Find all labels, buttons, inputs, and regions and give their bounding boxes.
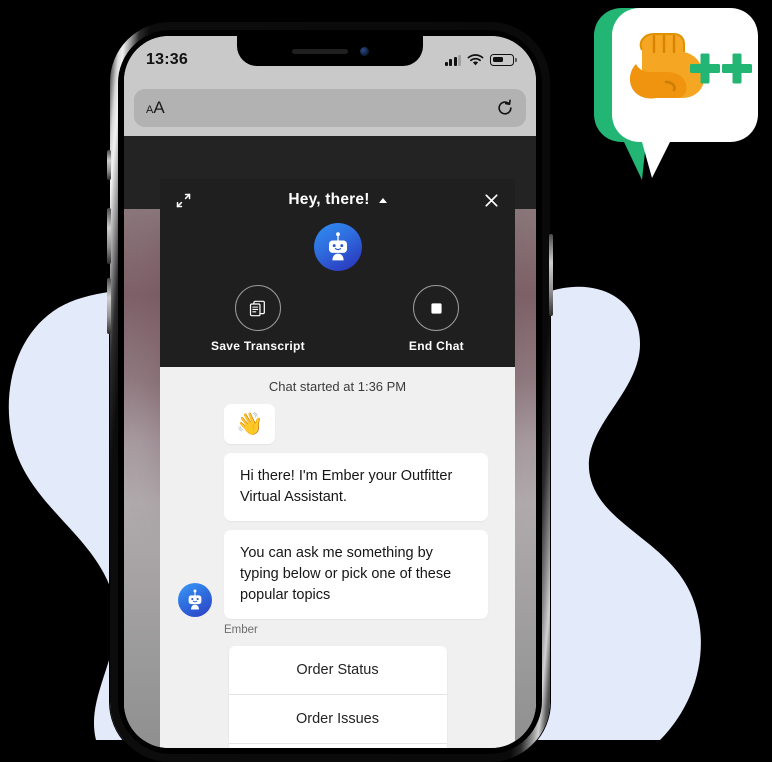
chat-bubble: 👋: [224, 404, 276, 444]
chat-started-notice: Chat started at 1:36 PM: [268, 379, 407, 394]
chat-widget-header: Hey, there! Save Transcript End Chat: [160, 179, 515, 367]
phone-screen: 13:36 AA Hey, there! Save Transcript End…: [124, 36, 536, 748]
robot-avatar-icon: [178, 583, 212, 618]
topic-order-issues[interactable]: Order Issues: [228, 695, 447, 745]
topic-charged-incorrectly[interactable]: Charged Incorrectly: [229, 744, 447, 748]
quick-reply-topics: Order Status Order Issues Charged Incorr…: [228, 646, 447, 748]
safari-toolbar: AA: [124, 80, 536, 136]
wifi-icon: [467, 53, 484, 65]
save-transcript-button[interactable]: Save Transcript: [211, 285, 305, 353]
copy-document-icon: [250, 300, 266, 316]
status-time: 13:36: [146, 51, 188, 68]
volume-up-button[interactable]: [107, 208, 111, 264]
stop-square-icon: [431, 302, 442, 314]
power-button[interactable]: [549, 234, 553, 316]
chat-bubble: Hi there! I'm Ember your Outfitter Virtu…: [224, 453, 488, 522]
minimize-icon[interactable]: [176, 193, 191, 208]
chat-avatar-row: [160, 221, 515, 271]
end-chat-circle: [413, 285, 460, 331]
cellular-bars-icon: [444, 54, 461, 66]
chat-message-area: Chat started at 1:36 PM 👋 Hi there! I'm …: [160, 367, 515, 748]
chat-bubble-bicep-plus-plus-logo: [594, 8, 758, 180]
chat-title-group[interactable]: Hey, there!: [288, 191, 387, 209]
chat-titlebar: Hey, there!: [160, 179, 515, 221]
volume-down-button[interactable]: [107, 278, 111, 334]
battery-icon: [490, 54, 517, 66]
message-row-prompt: You can ask me something by typing below…: [160, 530, 515, 620]
message-sender-label: Ember: [224, 624, 258, 637]
reload-icon[interactable]: [496, 99, 514, 117]
caret-up-icon[interactable]: [378, 197, 387, 203]
end-chat-label: End Chat: [408, 339, 464, 353]
end-chat-button[interactable]: End Chat: [409, 285, 464, 353]
phone-device: 13:36 AA Hey, there! Save Transcript End…: [107, 22, 553, 762]
chat-actions-row: Save Transcript End Chat: [160, 271, 515, 367]
save-transcript-circle: [234, 285, 281, 331]
close-icon[interactable]: [484, 193, 499, 208]
address-bar[interactable]: AA: [134, 89, 526, 127]
front-camera-icon: [359, 46, 369, 56]
text-size-large-a: A: [153, 98, 165, 117]
message-row-greeting: Hi there! I'm Ember your Outfitter Virtu…: [160, 453, 515, 522]
save-transcript-label: Save Transcript: [211, 339, 305, 353]
status-icons-group: [444, 53, 517, 67]
robot-avatar-icon: [313, 223, 362, 271]
topic-order-status[interactable]: Order Status: [228, 646, 447, 696]
chat-bubble: You can ask me something by typing below…: [224, 530, 488, 620]
chat-title-text: Hey, there!: [288, 191, 370, 208]
message-gutter: [178, 583, 224, 619]
text-size-icon[interactable]: AA: [146, 99, 165, 117]
chat-widget: Hey, there! Save Transcript End Chat Cha…: [160, 179, 515, 748]
earpiece-speaker-icon: [291, 48, 348, 54]
message-row-emoji: 👋: [160, 404, 515, 444]
mute-switch[interactable]: [107, 150, 111, 180]
phone-notch: [237, 36, 423, 66]
